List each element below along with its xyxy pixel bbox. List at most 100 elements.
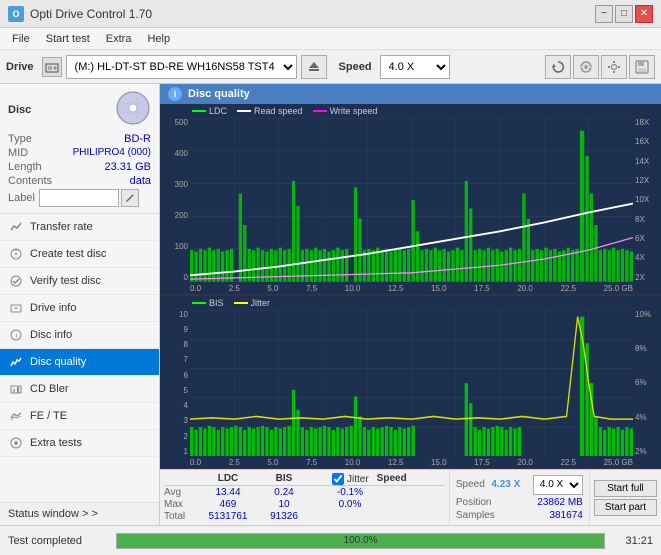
disc-graphic (115, 90, 151, 129)
drive-select[interactable]: (M:) HL-DT-ST BD-RE WH16NS58 TST4 (66, 55, 297, 79)
progress-text: 100.0% (117, 534, 604, 548)
bottom-stats: LDC BIS Jitter Speed Avg 13.44 0.24 -0.1… (160, 469, 661, 525)
disc-quality-icon (8, 354, 24, 370)
create-test-disc-icon (8, 246, 24, 262)
refresh-button[interactable] (545, 55, 571, 79)
legend-bis-text: BIS (209, 298, 224, 308)
legend-ldc-color (192, 110, 206, 112)
speed-label: Speed (339, 61, 372, 73)
speed-setting-select[interactable]: 4.0 X (533, 475, 583, 495)
nav-disc-info[interactable]: i Disc info (0, 322, 159, 349)
status-window-button[interactable]: Status window > > (0, 502, 159, 525)
disc-label-input[interactable] (39, 189, 119, 207)
chart-header-icon: i (168, 87, 182, 101)
chart1-y-axis-right: 18X 16X 14X 12X 10X 8X 6X 4X 2X (633, 118, 661, 282)
stats-total-label: Total (164, 511, 200, 522)
charts-container: LDC Read speed Write speed 500 400 (160, 104, 661, 469)
start-buttons: Start full Start part (589, 470, 661, 525)
nav-drive-info[interactable]: Drive info (0, 295, 159, 322)
stats-speed-label: Speed (456, 479, 485, 490)
menu-extra[interactable]: Extra (98, 31, 140, 47)
speed-select[interactable]: 4.0 X (380, 55, 450, 79)
disc-length-label: Length (8, 161, 42, 173)
fe-te-icon (8, 408, 24, 424)
stats-right-panel: Speed 4.23 X 4.0 X Position 23862 MB Sam… (449, 470, 589, 525)
jitter-label: Jitter (347, 474, 369, 485)
stats-max-bis: 10 (256, 499, 312, 510)
minimize-button[interactable]: − (595, 5, 613, 23)
jitter-checkbox[interactable] (332, 473, 344, 485)
disc-type-label: Type (8, 133, 32, 145)
disc-panel: Disc Type BD-R MID PHILIPRO4 (000) Leng (0, 84, 159, 214)
drive-label: Drive (6, 61, 34, 73)
nav-extra-tests-label: Extra tests (30, 437, 82, 449)
menu-file[interactable]: File (4, 31, 38, 47)
nav-cd-bler-label: CD Bler (30, 383, 69, 395)
eject-button[interactable] (301, 55, 327, 79)
drive-info-icon (8, 300, 24, 316)
legend-read-speed: Read speed (237, 106, 303, 116)
nav-transfer-rate[interactable]: Transfer rate (0, 214, 159, 241)
nav-cd-bler[interactable]: CD Bler (0, 376, 159, 403)
stats-samples-value: 381674 (549, 510, 582, 521)
nav-fe-te-label: FE / TE (30, 410, 67, 422)
title-bar: O Opti Drive Control 1.70 − □ ✕ (0, 0, 661, 28)
disc-mid-label: MID (8, 147, 28, 159)
legend-write-speed-color (313, 110, 327, 112)
y-100: 100 (175, 242, 188, 251)
maximize-button[interactable]: □ (615, 5, 633, 23)
disc-type-value: BD-R (124, 133, 151, 145)
close-button[interactable]: ✕ (635, 5, 653, 23)
legend-read-speed-color (237, 110, 251, 112)
stats-header-empty (164, 473, 200, 485)
nav-create-test-disc[interactable]: Create test disc (0, 241, 159, 268)
chart1-svg (190, 118, 633, 282)
menu-start-test[interactable]: Start test (38, 31, 98, 47)
menu-help[interactable]: Help (139, 31, 178, 47)
chart1-y-axis-left: 500 400 300 200 100 0 (160, 118, 190, 282)
toolbar-icons (545, 55, 655, 79)
legend-write-speed-text: Write speed (330, 106, 378, 116)
legend-jitter: Jitter (234, 298, 271, 308)
nav-extra-tests[interactable]: Extra tests (0, 430, 159, 457)
legend-ldc: LDC (192, 106, 227, 116)
disc-length-value: 23.31 GB (105, 161, 151, 173)
stats-max-ldc: 469 (200, 499, 256, 510)
save-button[interactable] (629, 55, 655, 79)
settings-button[interactable] (601, 55, 627, 79)
nav-drive-info-label: Drive info (30, 302, 76, 314)
nav-fe-te[interactable]: FE / TE (0, 403, 159, 430)
start-full-button[interactable]: Start full (594, 480, 657, 497)
extra-tests-icon (8, 435, 24, 451)
stats-position-label: Position (456, 497, 492, 508)
sidebar: Disc Type BD-R MID PHILIPRO4 (000) Leng (0, 84, 160, 525)
disc-label-edit-button[interactable] (121, 189, 139, 207)
disc-read-button[interactable] (573, 55, 599, 79)
legend-jitter-color (234, 302, 248, 304)
start-part-button[interactable]: Start part (594, 499, 657, 516)
nav-verify-test-disc[interactable]: Verify test disc (0, 268, 159, 295)
stats-avg-ldc: 13.44 (200, 487, 256, 498)
stats-max-jitter: 0.0% (312, 499, 388, 510)
ldc-chart-panel: LDC Read speed Write speed 500 400 (160, 104, 661, 295)
stats-avg-label: Avg (164, 487, 200, 498)
nav-disc-info-label: Disc info (30, 329, 72, 341)
chart2-svg (190, 310, 633, 456)
y-200: 200 (175, 211, 188, 220)
legend-ldc-text: LDC (209, 106, 227, 116)
chart1-x-axis: 0.0 2.5 5.0 7.5 10.0 12.5 15.0 17.5 20.0… (190, 283, 633, 294)
status-window-label: Status window > > (8, 508, 98, 520)
stats-samples-row: Samples 381674 (456, 510, 583, 521)
verify-test-disc-icon (8, 273, 24, 289)
legend-bis: BIS (192, 298, 224, 308)
nav-disc-quality[interactable]: Disc quality (0, 349, 159, 376)
legend-bis-color (192, 302, 206, 304)
stats-speed-row: Speed 4.23 X 4.0 X (456, 475, 583, 495)
stats-position-value: 23862 MB (537, 497, 583, 508)
stats-samples-label: Samples (456, 510, 495, 521)
stats-max-row: Max 469 10 0.0% (164, 499, 445, 510)
window-controls: − □ ✕ (595, 5, 653, 23)
stats-total-row: Total 5131761 91326 (164, 511, 445, 522)
stats-total-ldc: 5131761 (200, 511, 256, 522)
svg-text:i: i (16, 333, 18, 340)
